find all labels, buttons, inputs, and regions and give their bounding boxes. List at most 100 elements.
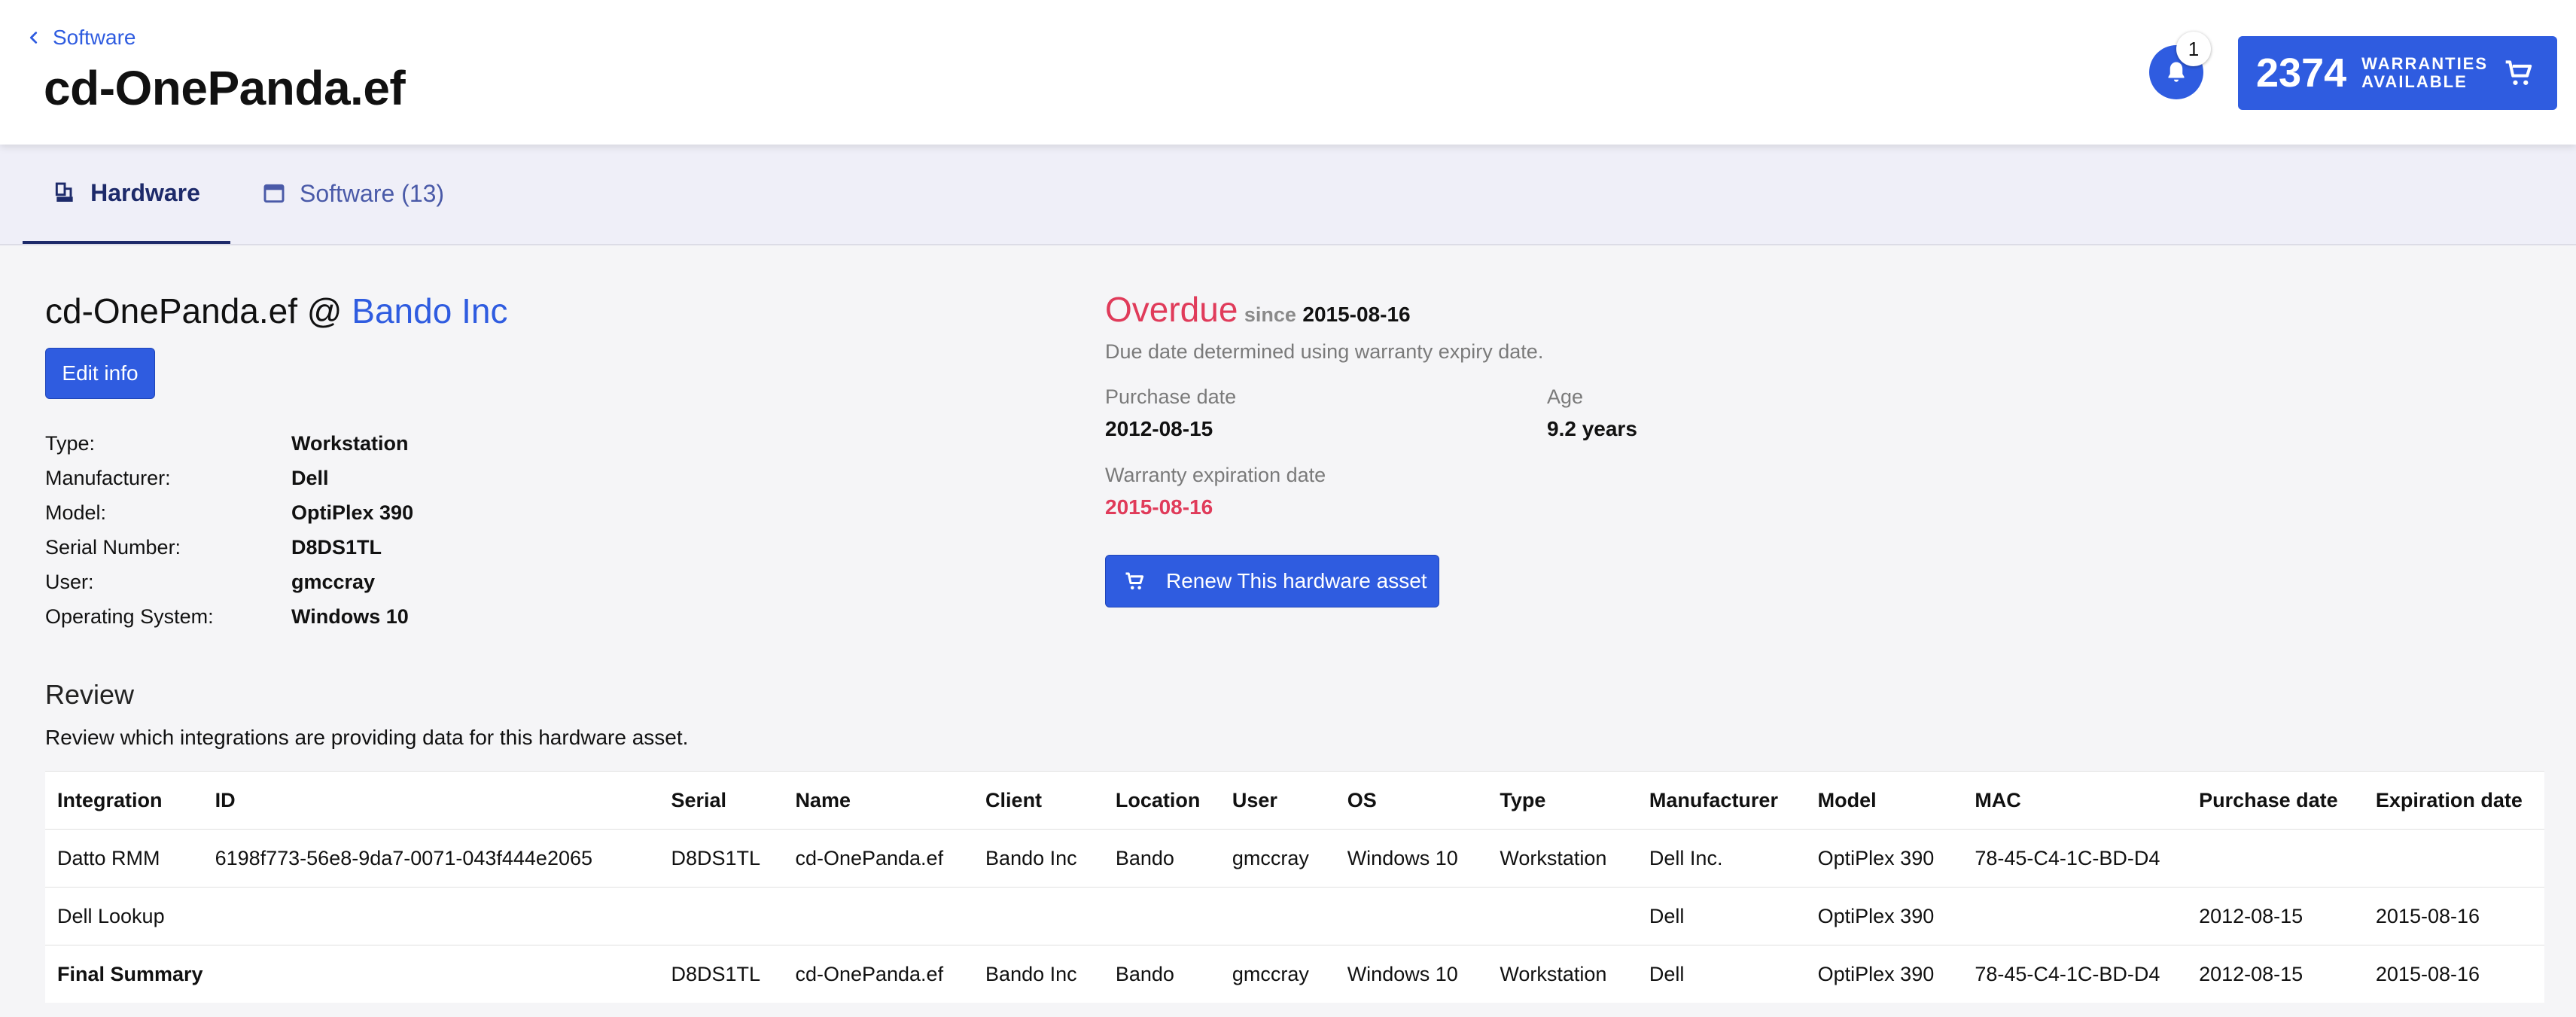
- table-cell: [202, 945, 659, 1003]
- property-row: Serial Number: D8DS1TL: [45, 530, 413, 565]
- column-header: Name: [783, 771, 974, 830]
- column-header: Expiration date: [2363, 771, 2544, 830]
- table-row: Final Summary D8DS1TL cd-OnePanda.ef Ban…: [45, 945, 2544, 1003]
- property-label: Manufacturer:: [45, 466, 171, 489]
- asset-heading: cd-OnePanda.ef @ Bando Inc: [45, 291, 507, 331]
- table-cell: Bando: [1103, 945, 1220, 1003]
- table-cell: 78-45-C4-1C-BD-D4: [1962, 945, 2188, 1003]
- review-title: Review: [45, 679, 135, 710]
- app-header: Software cd-OnePanda.ef 1 2374 WARRANTIE…: [0, 0, 2576, 145]
- warranty-status: Overdue since 2015-08-16: [1105, 289, 1411, 330]
- property-value: Workstation: [291, 431, 409, 455]
- table-cell: Dell: [1637, 887, 1806, 945]
- column-header: Type: [1487, 771, 1637, 830]
- overdue-status: Overdue: [1105, 290, 1238, 329]
- column-header: User: [1219, 771, 1335, 830]
- review-description: Review which integrations are providing …: [45, 726, 689, 749]
- column-header: OS: [1335, 771, 1488, 830]
- table-cell: [973, 887, 1104, 945]
- table-cell: Workstation: [1487, 945, 1637, 1003]
- table-cell: Bando Inc: [973, 829, 1104, 888]
- table-cell: D8DS1TL: [659, 829, 784, 888]
- table-cell: Final Summary: [45, 945, 203, 1003]
- property-value: Dell: [291, 466, 329, 489]
- table-cell: Dell Lookup: [45, 887, 203, 945]
- property-row: Model: OptiPlex 390: [45, 495, 413, 530]
- purchase-date-value: 2012-08-15: [1105, 417, 1213, 440]
- property-row: Operating System: Windows 10: [45, 599, 413, 634]
- table-cell: [2363, 829, 2544, 888]
- cart-icon: [2505, 60, 2532, 85]
- tab-bar: Hardware Software (13): [0, 145, 2576, 245]
- table-cell: 2012-08-15: [2187, 887, 2364, 945]
- warranties-label: WARRANTIES AVAILABLE: [2361, 55, 2488, 91]
- property-row: Manufacturer: Dell: [45, 461, 413, 495]
- renew-hardware-button[interactable]: Renew This hardware asset: [1105, 555, 1439, 607]
- tab-software-label: Software (13): [300, 179, 445, 207]
- table-row: Datto RMM 6198f773-56e8-9da7-0071-043f44…: [45, 829, 2544, 888]
- column-header: Serial: [659, 771, 784, 830]
- client-link[interactable]: Bando Inc: [352, 291, 507, 330]
- asset-name: cd-OnePanda.ef: [45, 291, 298, 330]
- property-value: D8DS1TL: [291, 535, 382, 559]
- table-cell: Workstation: [1487, 829, 1637, 888]
- tab-hardware-label: Hardware: [90, 178, 200, 206]
- table-cell: OptiPlex 390: [1805, 829, 1963, 888]
- tab-software[interactable]: Software (13): [262, 145, 444, 242]
- property-row: Type: Workstation: [45, 426, 413, 461]
- renew-label: Renew This hardware asset: [1166, 569, 1427, 592]
- warranties-count: 2374: [2256, 50, 2347, 96]
- table-cell: OptiPlex 390: [1805, 887, 1963, 945]
- asset-at-sign: @: [306, 291, 343, 330]
- chevron-left-icon: [29, 32, 38, 44]
- table-cell: [1335, 887, 1488, 945]
- table-cell: 6198f773-56e8-9da7-0071-043f444e2065: [202, 829, 659, 888]
- column-header: Location: [1103, 771, 1220, 830]
- property-value: OptiPlex 390: [291, 501, 414, 524]
- age-value: 9.2 years: [1547, 417, 1637, 440]
- window-icon: [263, 184, 285, 203]
- table-cell: [1962, 887, 2188, 945]
- asset-properties: Type: Workstation Manufacturer: Dell Mod…: [45, 426, 413, 634]
- table-cell: [783, 887, 974, 945]
- table-cell: [2187, 829, 2364, 888]
- column-header: Purchase date: [2187, 771, 2364, 830]
- warranties-label-line2: AVAILABLE: [2361, 72, 2468, 91]
- column-header: Model: [1805, 771, 1963, 830]
- table-cell: cd-OnePanda.ef: [783, 945, 974, 1003]
- notification-count-badge: 1: [2176, 32, 2211, 66]
- table-cell: Dell Inc.: [1637, 829, 1806, 888]
- column-header: Integration: [45, 771, 203, 830]
- edit-info-button[interactable]: Edit info: [45, 348, 155, 399]
- property-label: Model:: [45, 501, 107, 524]
- purchase-date-label: Purchase date: [1105, 385, 1237, 408]
- property-value: gmccray: [291, 570, 376, 593]
- column-header: Manufacturer: [1637, 771, 1806, 830]
- tab-hardware[interactable]: Hardware: [23, 145, 230, 244]
- table-cell: gmccray: [1219, 829, 1335, 888]
- table-cell: Bando Inc: [973, 945, 1104, 1003]
- table-cell: [1487, 887, 1637, 945]
- warranties-available-button[interactable]: 2374 WARRANTIES AVAILABLE: [2238, 36, 2557, 110]
- age-label: Age: [1547, 385, 1584, 408]
- table-cell: D8DS1TL: [659, 945, 784, 1003]
- table-cell: [1103, 887, 1220, 945]
- property-value: Windows 10: [291, 604, 409, 628]
- table-cell: Bando: [1103, 829, 1220, 888]
- table-cell: Datto RMM: [45, 829, 203, 888]
- column-header: Client: [973, 771, 1104, 830]
- table-cell: gmccray: [1219, 945, 1335, 1003]
- due-date-note: Due date determined using warranty expir…: [1105, 340, 1544, 363]
- table-cell: cd-OnePanda.ef: [783, 829, 974, 888]
- property-row: User: gmccray: [45, 565, 413, 599]
- breadcrumb-back-link[interactable]: Software: [26, 26, 136, 50]
- table-header-row: Integration ID Serial Name Client Locati…: [45, 771, 2544, 830]
- table-cell: 78-45-C4-1C-BD-D4: [1962, 829, 2188, 888]
- table-cell: Windows 10: [1335, 945, 1488, 1003]
- warranty-expiration-label: Warranty expiration date: [1105, 464, 1326, 486]
- property-label: Operating System:: [45, 604, 214, 628]
- warranties-label-line1: WARRANTIES: [2361, 54, 2489, 73]
- column-header: ID: [202, 771, 659, 830]
- review-table: Integration ID Serial Name Client Locati…: [45, 771, 2544, 1003]
- table-cell: Windows 10: [1335, 829, 1488, 888]
